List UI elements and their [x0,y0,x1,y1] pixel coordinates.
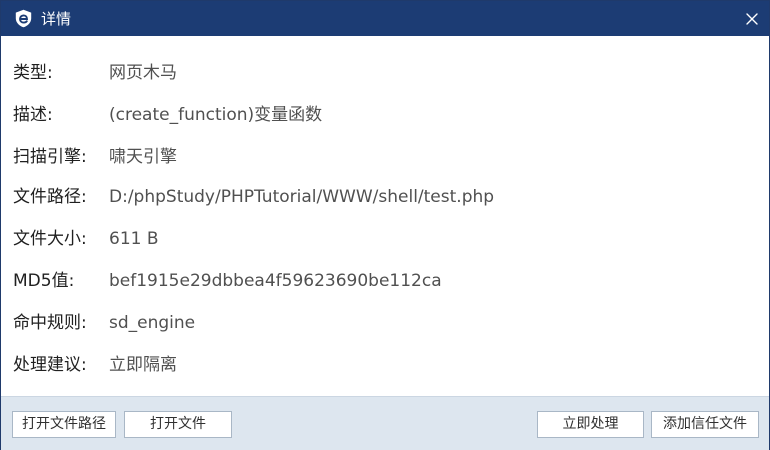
detail-value-rule: sd_engine [109,313,196,333]
detail-row-md5: MD5值: bef1915e29dbbea4f59623690be112ca [1,269,769,293]
detail-value-md5: bef1915e29dbbea4f59623690be112ca [109,271,442,291]
detail-value-path: D:/phpStudy/PHPTutorial/WWW/shell/test.p… [109,187,495,207]
detail-label: 文件大小: [13,229,87,249]
detail-label: 类型: [13,63,53,83]
details-panel: 类型: 网页木马 描述: (create_function)变量函数 扫描引擎:… [1,36,769,396]
handle-now-button[interactable]: 立即处理 [537,411,644,438]
add-trusted-file-button[interactable]: 添加信任文件 [651,411,759,438]
window-title: 详情 [41,10,72,28]
detail-row-suggestion: 处理建议: 立即隔离 [1,353,769,377]
detail-row-type: 类型: 网页木马 [1,61,769,85]
detail-row-rule: 命中规则: sd_engine [1,311,769,335]
detail-label: MD5值: [13,271,75,291]
detail-value-size: 611 B [109,229,159,249]
detail-label: 处理建议: [13,355,87,375]
detail-label: 命中规则: [13,313,87,333]
open-file-button[interactable]: 打开文件 [124,411,232,438]
detail-row-engine: 扫描引擎: 啸天引擎 [1,145,769,169]
shield-e-icon [14,9,33,28]
open-file-path-button[interactable]: 打开文件路径 [12,411,116,438]
detail-value-engine: 啸天引擎 [109,147,177,167]
close-icon [746,12,758,25]
detail-row-path: 文件路径: D:/phpStudy/PHPTutorial/WWW/shell/… [1,185,769,209]
detail-value-description: (create_function)变量函数 [109,105,323,125]
detail-value-type: 网页木马 [109,63,177,83]
detail-label: 文件路径: [13,187,87,207]
title-bar[interactable]: 详情 [1,1,769,36]
details-dialog: 详情 类型: 网页木马 描述: (create_function)变量函数 扫描… [0,0,770,450]
detail-row-size: 文件大小: 611 B [1,227,769,251]
close-button[interactable] [735,1,769,36]
detail-label: 描述: [13,105,53,125]
detail-label: 扫描引擎: [13,147,87,167]
button-bar: 打开文件路径 打开文件 立即处理 添加信任文件 [1,396,769,450]
detail-value-suggestion: 立即隔离 [109,355,177,375]
detail-row-description: 描述: (create_function)变量函数 [1,103,769,127]
